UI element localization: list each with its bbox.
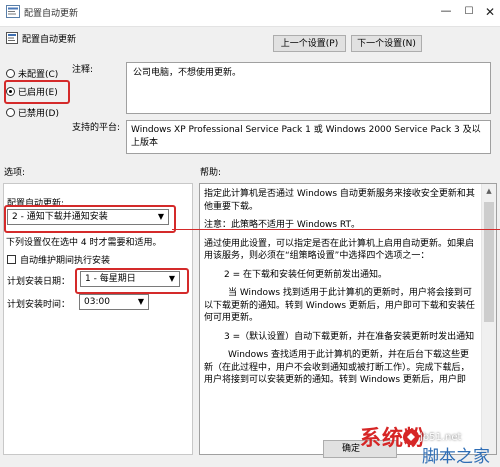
maintenance-install-checkbox-row[interactable]: 自动维护期间执行安装 (7, 253, 110, 266)
radio-label: 未配置(C) (18, 70, 59, 80)
chevron-down-icon: ▼ (168, 274, 176, 283)
help-paragraph: 当 Windows 找到适用于此计算机的更新时，用户将会接到可以下载更新的通知。… (204, 288, 475, 323)
maximize-button[interactable]: ☐ (459, 4, 479, 20)
annotation-line (172, 229, 500, 230)
scroll-thumb[interactable] (484, 202, 494, 322)
schedule-time-value: 03:00 (84, 297, 110, 307)
radio-circle[interactable] (6, 108, 15, 117)
previous-setting-button[interactable]: 上一个设置(P) (273, 35, 346, 52)
schedule-day-value: 1 - 每星期日 (85, 274, 136, 284)
chevron-down-icon: ▼ (157, 212, 165, 221)
help-paragraph: 3 =（默认设置）自动下载更新，并在准备安装更新时发出通知 (224, 331, 475, 342)
help-text: 指定此计算机是否通过 Windows 自动更新服务来接收安全更新和其他重要下载。… (204, 188, 476, 393)
radio-label: 已禁用(D) (18, 109, 59, 119)
watermark-logo-icon (403, 429, 419, 445)
radio-circle[interactable] (6, 69, 15, 78)
next-setting-button[interactable]: 下一个设置(N) (351, 35, 422, 52)
scroll-up-arrow-icon[interactable]: ▲ (482, 184, 496, 198)
help-paragraph: 2 = 在下载和安装任何更新前发出通知。 (224, 269, 387, 280)
chevron-down-icon: ▼ (137, 297, 145, 306)
radio-label: 已启用(E) (18, 88, 58, 98)
maintenance-install-checkbox[interactable] (7, 255, 16, 264)
schedule-day-select[interactable]: 1 - 每星期日 ▼ (80, 271, 180, 287)
platform-label: 支持的平台: (72, 123, 121, 133)
help-panel: 指定此计算机是否通过 Windows 自动更新服务来接收安全更新和其他重要下载。… (199, 183, 497, 455)
restart-note: 下列设置仅在选中 4 时才需要和适用。 (6, 238, 162, 248)
schedule-day-label: 计划安装日期： (7, 277, 71, 287)
close-button[interactable]: ✕ (481, 4, 499, 20)
policy-name: 配置自动更新 (22, 35, 77, 45)
radio-disabled[interactable]: 已禁用(D) (6, 106, 59, 119)
radio-enabled[interactable]: 已启用(E) (6, 85, 58, 98)
help-section-label: 帮助: (200, 168, 222, 178)
radio-circle-selected[interactable] (6, 87, 15, 96)
window-title: 配置自动更新 (24, 9, 79, 19)
options-section-label: 选项: (4, 168, 26, 178)
policy-setting-icon (6, 32, 18, 44)
help-paragraph: Windows 查找适用于此计算机的更新，并在后台下载这些更新（在此过程中，用户… (204, 350, 470, 385)
watermark-sub: 脚本之家 (422, 447, 490, 467)
minimize-button[interactable]: — (436, 4, 456, 20)
help-paragraph: 指定此计算机是否通过 Windows 自动更新服务来接收安全更新和其他重要下载。 (204, 189, 475, 212)
configure-updates-select[interactable]: 2 - 通知下载并通知安装 ▼ (7, 209, 169, 225)
configure-updates-value: 2 - 通知下载并通知安装 (12, 212, 108, 222)
help-paragraph: 通过使用此设置，可以指定是否在此计算机上启用自动更新。如果启用该服务，则必须在“… (204, 238, 475, 262)
schedule-time-select[interactable]: 03:00 ▼ (79, 294, 149, 310)
comment-textarea[interactable]: 公司电脑，不想使用更新。 (126, 62, 491, 114)
help-scrollbar[interactable]: ▲ (481, 184, 496, 454)
maintenance-install-label: 自动维护期间执行安装 (20, 256, 111, 266)
platform-text: Windows XP Professional Service Pack 1 或… (126, 120, 491, 154)
policy-app-icon (6, 5, 20, 18)
radio-not-configured[interactable]: 未配置(C) (6, 67, 58, 80)
comment-label: 注释: (72, 65, 94, 75)
schedule-time-label: 计划安装时间： (7, 300, 71, 310)
